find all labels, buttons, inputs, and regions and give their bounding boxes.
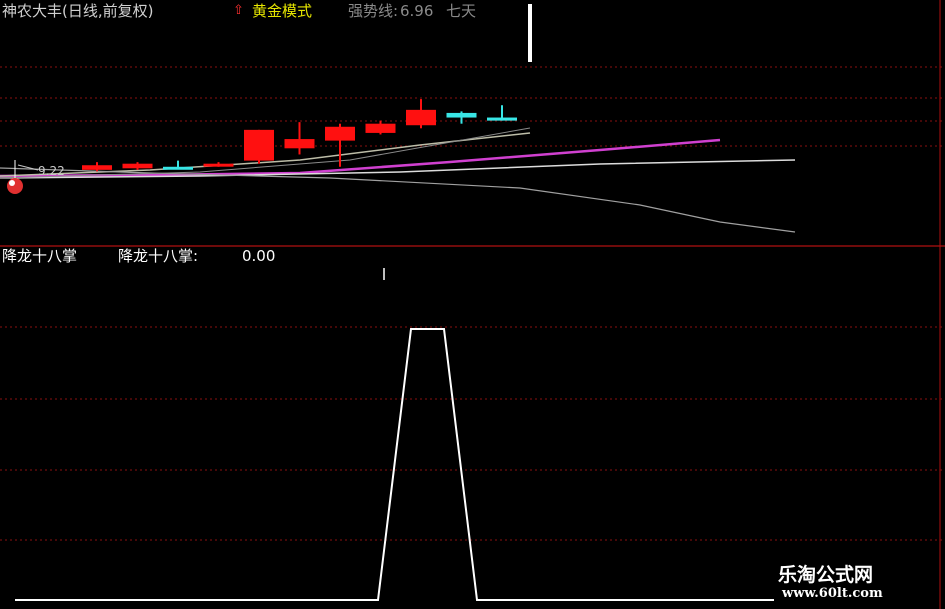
candle-body	[163, 166, 193, 170]
price-marker: 9.22	[38, 164, 65, 178]
watermark-site-name: 乐淘公式网	[778, 564, 874, 586]
up-arrow-icon: ⇧	[233, 3, 244, 18]
candle-body	[406, 109, 436, 126]
candle-body	[244, 129, 274, 161]
mode-label: 黄金模式	[252, 2, 313, 20]
ball-icon	[7, 178, 23, 194]
indicator-name: 降龙十八掌	[2, 247, 78, 265]
stock-title: 神农大丰(日线,前复权)	[2, 2, 154, 20]
days-label: 七天	[446, 2, 477, 20]
watermark-site-url: www.60lt.com	[782, 586, 883, 601]
indicator-label: 降龙十八掌:	[118, 247, 199, 265]
chart-window[interactable]: 神农大丰(日线,前复权) ⇧ 黄金模式 强势线: 6.96 七天 9.22 降龙…	[0, 0, 945, 609]
ma-gray-line	[0, 167, 796, 233]
indicator-value: 0.00	[242, 247, 276, 265]
candle-body	[122, 163, 153, 169]
candle-body	[487, 117, 517, 121]
ball-highlight-icon	[9, 180, 15, 186]
candlestick-panel[interactable]	[0, 0, 945, 609]
strength-label: 强势线:	[348, 2, 399, 20]
candle-body	[446, 112, 477, 118]
candle-body	[365, 123, 396, 133]
candle-body	[325, 126, 355, 141]
strength-value: 6.96	[400, 2, 434, 20]
signal-line	[15, 328, 774, 601]
candle-body	[284, 139, 315, 149]
candle-body	[82, 165, 112, 170]
header-bar	[528, 4, 532, 62]
candle-body	[203, 163, 234, 167]
